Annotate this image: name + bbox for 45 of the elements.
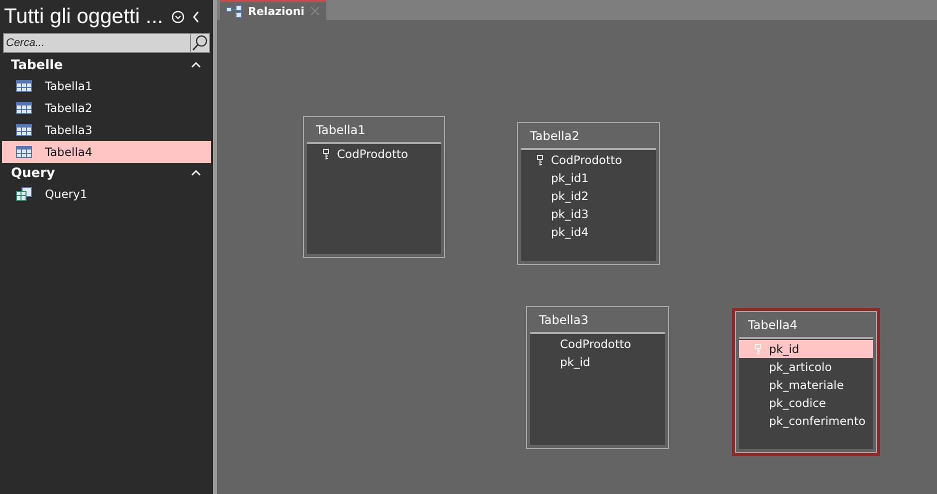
nav-item[interactable]: Tabella4 <box>2 141 211 163</box>
nav-item[interactable]: Tabella1 <box>2 75 211 97</box>
table-title: Tabella4 <box>747 317 798 334</box>
table-box[interactable]: Tabella4 pk_id pk_articolo pk_materiale pk_codice pk_conferimento <box>732 308 880 456</box>
pane-title: Tutti gli oggetti ... <box>4 4 164 28</box>
table-box[interactable]: Tabella1 CodProdotto <box>303 116 445 258</box>
table-title: Tabella2 <box>529 128 580 145</box>
collapse-icon[interactable] <box>191 10 202 24</box>
chevron-icon[interactable] <box>191 169 201 177</box>
nav-item[interactable]: Query1 <box>2 183 211 205</box>
table-title: Tabella3 <box>538 312 590 329</box>
table-icon <box>16 146 32 158</box>
document-tab[interactable]: Relazioni <box>220 0 326 20</box>
field-row[interactable]: pk_id2 <box>521 187 656 205</box>
field-row[interactable]: pk_id1 <box>521 169 656 187</box>
field-row[interactable]: pk_id <box>739 340 873 358</box>
nav-item[interactable]: Tabella2 <box>2 97 211 119</box>
key-icon <box>755 344 761 354</box>
search-icon[interactable] <box>190 33 210 53</box>
key-icon <box>537 154 543 166</box>
field-row[interactable]: pk_materiale <box>739 376 873 394</box>
group-header[interactable]: Query <box>11 166 56 180</box>
field-row[interactable]: pk_articolo <box>739 358 873 376</box>
table-icon <box>16 80 32 92</box>
key-icon <box>323 148 329 160</box>
dropdown-icon[interactable] <box>171 10 186 24</box>
table-box[interactable]: Tabella3 CodProdotto pk_id <box>526 306 669 449</box>
table-icon <box>16 124 32 136</box>
field-row[interactable]: CodProdotto <box>307 145 441 163</box>
chevron-icon[interactable] <box>191 61 201 69</box>
query-icon <box>16 187 32 201</box>
relationships-icon <box>226 4 242 18</box>
nav-item[interactable]: Tabella3 <box>2 119 211 141</box>
field-row[interactable]: pk_id <box>530 353 665 371</box>
table-box[interactable]: Tabella2 CodProdotto pk_id1 pk_id2 pk_id3 pk_id4 <box>517 122 660 265</box>
field-row[interactable]: pk_id4 <box>521 223 656 241</box>
field-row[interactable]: pk_id3 <box>521 205 656 223</box>
field-row[interactable]: pk_conferimento <box>739 412 873 430</box>
field-row[interactable]: pk_codice <box>739 394 873 412</box>
field-row[interactable]: CodProdotto <box>530 335 665 353</box>
group-header[interactable]: Tabelle <box>11 58 63 72</box>
table-title: Tabella1 <box>315 122 366 139</box>
table-icon <box>16 102 32 114</box>
field-row[interactable]: CodProdotto <box>521 151 656 169</box>
search-field[interactable]: Cerca... <box>3 33 190 53</box>
